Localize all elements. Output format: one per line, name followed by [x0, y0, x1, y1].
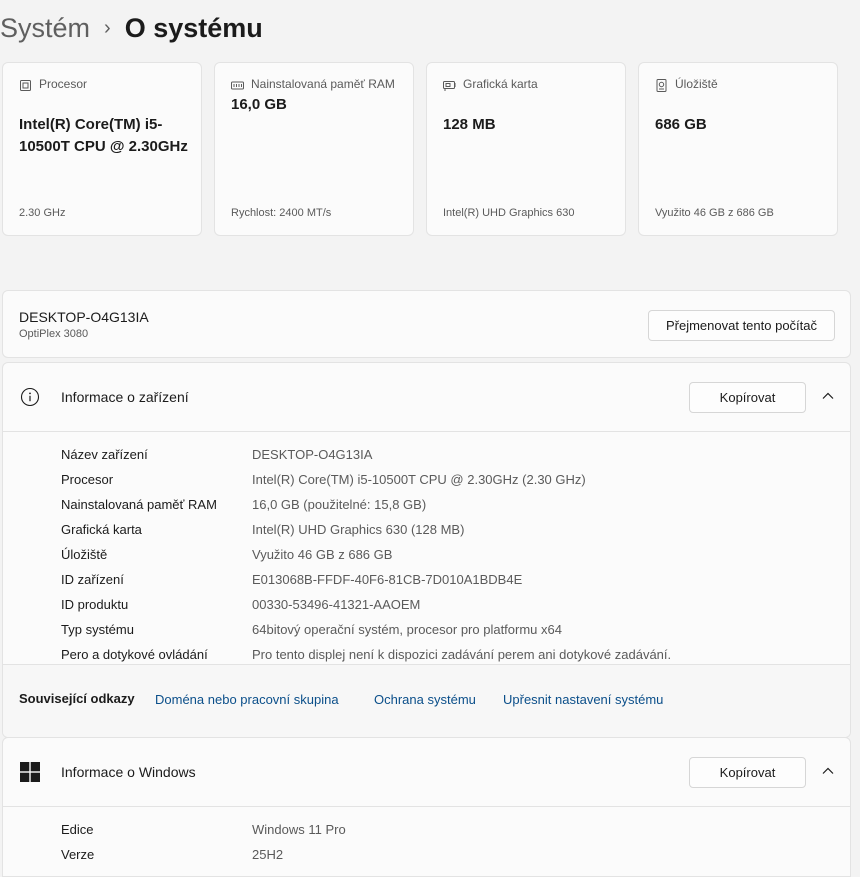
device-model: OptiPlex 3080 — [19, 328, 89, 340]
copy-windows-info-button[interactable]: Kopírovat — [689, 757, 806, 788]
spec-card-label: Nainstalovaná paměť RAM — [251, 77, 395, 91]
device-spec-list: Název zařízení DESKTOP-O4G13IA Procesor … — [3, 432, 850, 667]
link-domain-workgroup[interactable]: Doména nebo pracovní skupina — [155, 692, 339, 707]
spec-row-label: Grafická karta — [61, 522, 142, 537]
spec-card-label: Procesor — [39, 77, 88, 91]
breadcrumb-separator: › — [104, 16, 111, 39]
spec-row-device-id: ID zařízení E013068B-FFDF-40F6-81CB-7D01… — [3, 567, 850, 592]
spec-row-value: Intel(R) UHD Graphics 630 (128 MB) — [252, 522, 465, 537]
spec-row-ram: Nainstalovaná paměť RAM 16,0 GB (použite… — [3, 492, 850, 517]
spec-row-label: Verze — [61, 847, 95, 862]
link-advanced-system-settings[interactable]: Upřesnit nastavení systému — [503, 692, 663, 707]
device-name: DESKTOP-O4G13IA — [19, 309, 149, 325]
graphics-card-icon — [443, 81, 456, 91]
windows-spec-list: Edice Windows 11 Pro Verze 25H2 — [3, 807, 850, 867]
spec-row-label: Nainstalovaná paměť RAM — [61, 497, 217, 512]
spec-row-version: Verze 25H2 — [3, 842, 850, 867]
spec-row-value: 16,0 GB (použitelné: 15,8 GB) — [252, 497, 427, 512]
spec-row-processor: Procesor Intel(R) Core(TM) i5-10500T CPU… — [3, 467, 850, 492]
spec-row-value: E013068B-FFDF-40F6-81CB-7D010A1BDB4E — [252, 572, 523, 587]
spec-row-label: Úložiště — [61, 547, 108, 562]
processor-icon — [20, 80, 31, 91]
page-title: O systému — [124, 12, 263, 43]
spec-card-sub: Využito 46 GB z 686 GB — [655, 207, 774, 219]
spec-card-sub: 2.30 GHz — [19, 207, 66, 219]
spec-card-value: 128 MB — [443, 116, 496, 133]
copy-device-info-button[interactable]: Kopírovat — [689, 382, 806, 413]
spec-row-label: ID zařízení — [61, 572, 124, 587]
storage-icon — [656, 79, 667, 92]
spec-row-label: Typ systému — [61, 622, 134, 637]
chevron-up-icon[interactable] — [821, 765, 835, 777]
spec-card-processor: Procesor Intel(R) Core(TM) i5-10500T CPU… — [2, 62, 202, 236]
spec-row-value: 64bitový operační systém, procesor pro p… — [252, 622, 562, 637]
chevron-up-icon[interactable] — [821, 390, 835, 402]
device-info-header[interactable]: Informace o zařízení Kopírovat — [3, 363, 850, 432]
spec-row-edition: Edice Windows 11 Pro — [3, 817, 850, 842]
spec-row-graphics: Grafická karta Intel(R) UHD Graphics 630… — [3, 517, 850, 542]
spec-card-graphics: Grafická karta 128 MB Intel(R) UHD Graph… — [426, 62, 626, 236]
link-system-protection[interactable]: Ochrana systému — [374, 692, 476, 707]
spec-card-label: Úložiště — [675, 77, 718, 91]
windows-info-header[interactable]: Informace o Windows Kopírovat — [3, 738, 850, 807]
spec-row-product-id: ID produktu 00330-53496-41321-AAOEM — [3, 592, 850, 617]
spec-card-sub: Rychlost: 2400 MT/s — [231, 207, 332, 219]
spec-row-value: Využito 46 GB z 686 GB — [252, 547, 393, 562]
spec-row-label: Procesor — [61, 472, 114, 487]
spec-cards: Procesor Intel(R) Core(TM) i5-10500T CPU… — [2, 62, 838, 236]
spec-row-label: Název zařízení — [61, 447, 148, 462]
spec-card-label: Grafická karta — [463, 77, 538, 91]
device-name-card: DESKTOP-O4G13IA OptiPlex 3080 Přejmenova… — [2, 290, 851, 358]
related-links: Související odkazy Doména nebo pracovní … — [3, 664, 850, 737]
spec-row-value: Windows 11 Pro — [252, 822, 346, 837]
device-info-title: Informace o zařízení — [61, 389, 189, 405]
spec-row-value: Intel(R) Core(TM) i5-10500T CPU @ 2.30GH… — [252, 472, 586, 487]
rename-pc-button[interactable]: Přejmenovat tento počítač — [648, 310, 835, 341]
memory-icon — [231, 81, 244, 90]
windows-info-title: Informace o Windows — [61, 764, 196, 780]
breadcrumb: Systém › O systému — [0, 8, 263, 48]
spec-card-memory: Nainstalovaná paměť RAM 16,0 GB Rychlost… — [214, 62, 414, 236]
spec-card-value: 16,0 GB — [231, 96, 287, 113]
spec-card-storage: Úložiště 686 GB Využito 46 GB z 686 GB — [638, 62, 838, 236]
windows-info-section: Informace o Windows Kopírovat Edice Wind… — [2, 737, 851, 877]
spec-row-label: ID produktu — [61, 597, 129, 612]
windows-logo-icon — [20, 762, 40, 782]
spec-card-value: 686 GB — [655, 116, 707, 133]
spec-row-value: 00330-53496-41321-AAOEM — [252, 597, 421, 612]
spec-row-label: Edice — [61, 822, 94, 837]
breadcrumb-parent-system[interactable]: Systém — [0, 13, 90, 44]
spec-card-sub: Intel(R) UHD Graphics 630 — [443, 207, 575, 219]
spec-card-value: Intel(R) Core(TM) i5-10500T CPU @ 2.30GH… — [19, 116, 188, 155]
spec-row-value: DESKTOP-O4G13IA — [252, 447, 373, 462]
spec-row-system-type: Typ systému 64bitový operační systém, pr… — [3, 617, 850, 642]
spec-row-storage: Úložiště Využito 46 GB z 686 GB — [3, 542, 850, 567]
related-links-title: Související odkazy — [19, 691, 135, 706]
spec-row-value: 25H2 — [252, 847, 284, 862]
spec-row-device-name: Název zařízení DESKTOP-O4G13IA — [3, 442, 850, 467]
info-icon — [20, 387, 40, 407]
device-info-section: Informace o zařízení Kopírovat Název zař… — [2, 362, 851, 738]
